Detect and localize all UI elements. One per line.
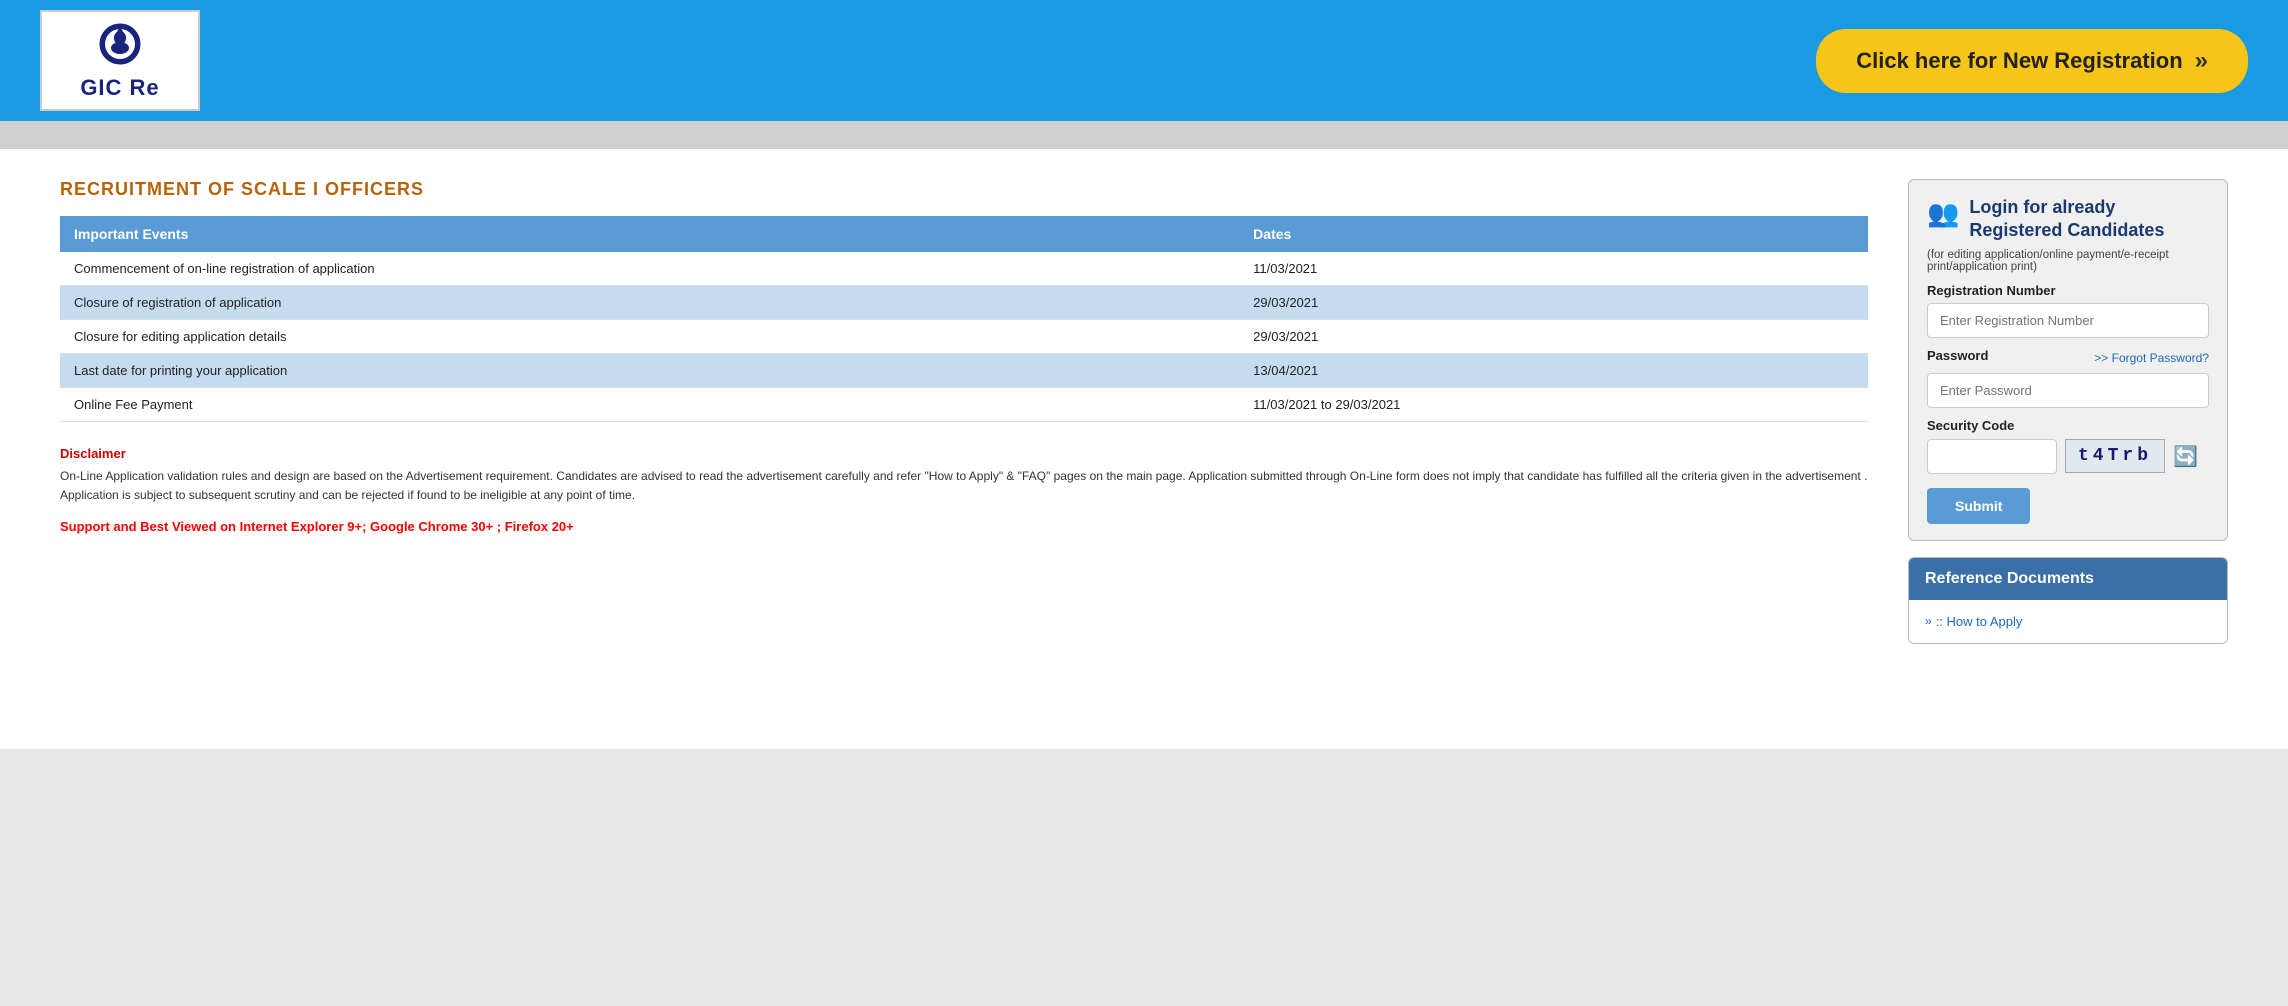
date-cell: 29/03/2021 (1239, 320, 1868, 354)
page-header: GIC Re Click here for New Registration » (0, 0, 2288, 121)
date-cell: 29/03/2021 (1239, 286, 1868, 320)
security-code-input[interactable] (1927, 439, 2057, 474)
table-row: Last date for printing your application1… (60, 354, 1868, 388)
how-to-apply-label: :: How to Apply (1936, 614, 2023, 629)
ref-docs-body: » :: How to Apply (1909, 600, 2227, 643)
captcha-image: t4Trb (2065, 439, 2165, 473)
main-content: RECRUITMENT OF SCALE I OFFICERS Importan… (0, 149, 2288, 749)
event-cell: Closure of registration of application (60, 286, 1239, 320)
security-row: t4Trb 🔄 (1927, 439, 2209, 474)
page-title: RECRUITMENT OF SCALE I OFFICERS (60, 179, 1868, 200)
sub-header-bar (0, 121, 2288, 149)
login-subtitle: (for editing application/online payment/… (1927, 249, 2209, 273)
table-row: Online Fee Payment11/03/2021 to 29/03/20… (60, 388, 1868, 422)
right-panel: 👥 Login for alreadyRegistered Candidates… (1908, 179, 2228, 719)
password-input[interactable] (1927, 373, 2209, 408)
forgot-password-link[interactable]: >> Forgot Password? (2094, 351, 2209, 365)
col-dates-header: Dates (1239, 216, 1868, 252)
disclaimer-text: On-Line Application validation rules and… (60, 467, 1868, 505)
event-cell: Online Fee Payment (60, 388, 1239, 422)
table-row: Closure of registration of application29… (60, 286, 1868, 320)
event-cell: Commencement of on-line registration of … (60, 252, 1239, 286)
password-label: Password (1927, 348, 1988, 363)
event-cell: Closure for editing application details (60, 320, 1239, 354)
table-row: Closure for editing application details2… (60, 320, 1868, 354)
event-cell: Last date for printing your application (60, 354, 1239, 388)
support-text: Support and Best Viewed on Internet Expl… (60, 519, 1868, 534)
chevrons-icon: » (2195, 47, 2208, 75)
col-events-header: Important Events (60, 216, 1239, 252)
table-row: Commencement of on-line registration of … (60, 252, 1868, 286)
new-registration-button[interactable]: Click here for New Registration » (1816, 29, 2248, 93)
left-panel: RECRUITMENT OF SCALE I OFFICERS Importan… (60, 179, 1868, 719)
refresh-captcha-icon[interactable]: 🔄 (2173, 444, 2198, 469)
ref-docs-box: Reference Documents » :: How to Apply (1908, 557, 2228, 644)
ref-chevrons-icon: » (1925, 614, 1932, 628)
reg-number-label: Registration Number (1927, 283, 2209, 298)
events-table: Important Events Dates Commencement of o… (60, 216, 1868, 422)
date-cell: 13/04/2021 (1239, 354, 1868, 388)
how-to-apply-link[interactable]: » :: How to Apply (1925, 610, 2211, 633)
logo-text: GIC Re (80, 75, 159, 101)
reg-number-input[interactable] (1927, 303, 2209, 338)
login-icon: 👥 (1927, 198, 1959, 229)
date-cell: 11/03/2021 (1239, 252, 1868, 286)
date-cell: 11/03/2021 to 29/03/2021 (1239, 388, 1868, 422)
submit-button[interactable]: Submit (1927, 488, 2030, 524)
ref-docs-header: Reference Documents (1909, 558, 2227, 600)
new-registration-label: Click here for New Registration (1856, 48, 2182, 74)
login-box-header: 👥 Login for alreadyRegistered Candidates (1927, 196, 2209, 243)
logo-icon (90, 20, 150, 75)
security-label: Security Code (1927, 418, 2209, 433)
password-row: Password >> Forgot Password? (1927, 348, 2209, 368)
logo-box: GIC Re (40, 10, 200, 111)
disclaimer-title: Disclaimer (60, 446, 1868, 461)
login-title: Login for alreadyRegistered Candidates (1969, 196, 2164, 243)
login-box: 👥 Login for alreadyRegistered Candidates… (1908, 179, 2228, 541)
